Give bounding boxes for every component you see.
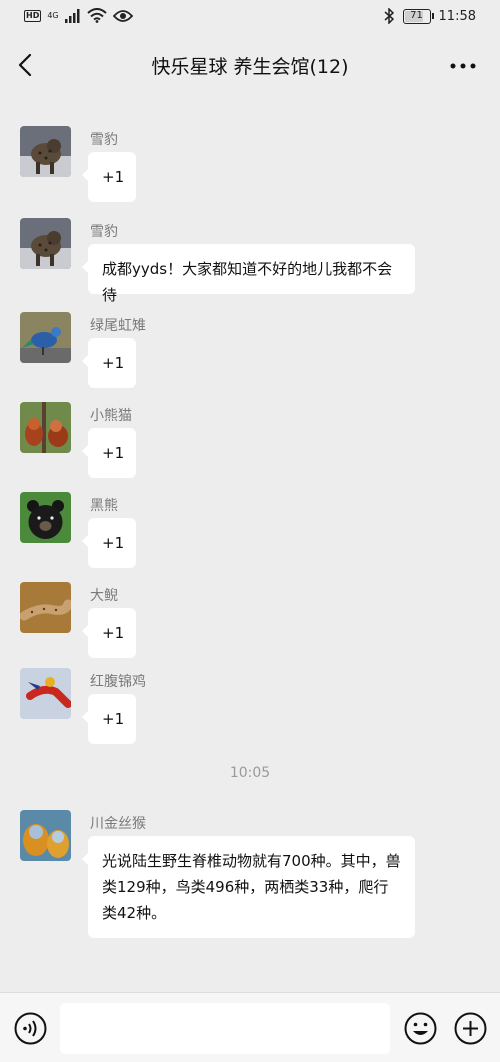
emoji-icon[interactable] [404, 1012, 437, 1045]
sender-name: 川金丝猴 [90, 816, 146, 832]
message-bubble[interactable]: +1 [82, 608, 136, 658]
add-more-icon[interactable] [454, 1012, 487, 1045]
sender-name: 雪豹 [90, 224, 118, 240]
status-left: HD 4G [24, 8, 133, 23]
avatar-giant-salamander[interactable] [20, 582, 71, 633]
chat-header: 快乐星球 养生会馆(12) [0, 36, 500, 96]
bluetooth-icon [384, 8, 394, 24]
avatar-pheasant[interactable] [20, 312, 71, 363]
eye-icon [112, 9, 133, 22]
input-bar [0, 992, 500, 1062]
message-bubble[interactable]: +1 [82, 428, 136, 478]
status-right: 71 11:58 [384, 8, 476, 24]
sender-name: 大鲵 [90, 588, 118, 604]
message-bubble[interactable]: +1 [82, 518, 136, 568]
more-options-icon[interactable] [448, 54, 478, 78]
avatar-black-bear[interactable] [20, 492, 71, 543]
status-time: 11:58 [438, 8, 476, 24]
avatar-golden-pheasant[interactable] [20, 668, 71, 719]
sender-name: 雪豹 [90, 132, 118, 148]
message-input[interactable] [60, 1003, 390, 1054]
network-type: 4G [47, 11, 59, 20]
battery-level: 71 [410, 9, 423, 21]
sender-name: 绿尾虹雉 [90, 318, 146, 334]
message-bubble[interactable]: 光说陆生野生脊椎动物就有700种。其中，兽类129种，鸟类496种，两栖类33种… [82, 836, 415, 938]
message-bubble[interactable]: +1 [82, 338, 136, 388]
time-divider: 10:05 [229, 765, 271, 781]
avatar-golden-monkey[interactable] [20, 810, 71, 861]
chat-title: 快乐星球 养生会馆(12) [151, 56, 349, 78]
avatar-snow-leopard[interactable] [20, 218, 71, 269]
message-bubble[interactable]: +1 [82, 694, 136, 744]
avatar-snow-leopard[interactable] [20, 126, 71, 177]
wifi-icon [86, 8, 107, 23]
message-bubble[interactable]: 成都yyds！大家都知道不好的地儿我都不会待 [82, 244, 415, 304]
message-list[interactable]: 雪豹 +1 雪豹 成都yyds！大家都知道不好的地儿我都不会待 绿尾虹雉 +1 … [0, 96, 500, 992]
hd-badge: HD [24, 9, 42, 22]
sender-name: 黑熊 [90, 498, 118, 514]
signal-icon [64, 8, 80, 23]
sender-name: 小熊猫 [90, 408, 132, 424]
battery-indicator: 71 [402, 8, 434, 24]
message-bubble[interactable]: +1 [82, 152, 136, 202]
status-bar: HD 4G 71 11:58 [0, 0, 500, 36]
sender-name: 红腹锦鸡 [90, 674, 146, 690]
voice-input-icon[interactable] [14, 1012, 47, 1045]
avatar-red-panda[interactable] [20, 402, 71, 453]
